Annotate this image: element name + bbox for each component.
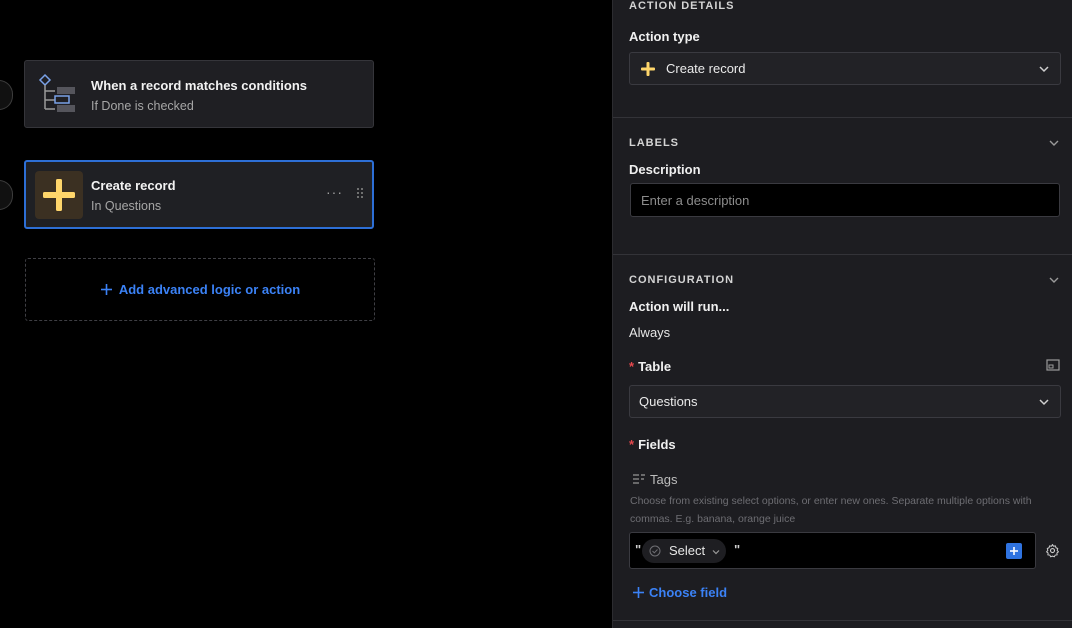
table-value: Questions — [639, 394, 698, 409]
add-advanced-logic-button[interactable]: Add advanced logic or action — [25, 258, 375, 321]
action-details-heading: ACTION DETAILS — [629, 0, 735, 12]
add-icon — [633, 587, 644, 598]
table-label-text: Table — [638, 359, 672, 374]
chevron-down-icon — [712, 550, 720, 555]
gear-icon[interactable] — [1045, 543, 1060, 558]
trigger-subtitle: If Done is checked — [91, 99, 194, 113]
choose-field-button[interactable]: Choose field — [632, 585, 727, 600]
table-select[interactable]: Questions — [629, 385, 1061, 418]
collapse-chevron-icon[interactable] — [1048, 274, 1060, 286]
create-record-action-node[interactable]: Create record In Questions ··· — [24, 160, 374, 229]
add-advanced-logic-label: Add advanced logic or action — [118, 282, 301, 297]
fields-label: * Fields — [629, 437, 676, 452]
add-icon — [100, 284, 112, 295]
condition-tree-icon — [35, 71, 83, 119]
select-option-dropdown[interactable]: Select — [642, 539, 726, 563]
action-type-select[interactable]: Create record — [629, 52, 1061, 85]
automation-canvas: › When a record matches conditions If Do… — [0, 0, 612, 628]
tags-help-text: Choose from existing select options, or … — [630, 495, 1032, 525]
more-options-icon[interactable]: ··· — [326, 184, 343, 200]
choose-field-label: Choose field — [649, 585, 728, 600]
action-details-panel: ACTION DETAILS Action type Create record… — [612, 0, 1072, 628]
fields-label-text: Fields — [638, 437, 676, 452]
tags-field-label: Tags — [650, 472, 678, 487]
action-type-value: Create record — [666, 61, 746, 76]
labels-heading: LABELS — [629, 137, 679, 149]
open-table-icon[interactable] — [1046, 359, 1060, 371]
divider — [613, 117, 1072, 118]
trigger-title: When a record matches conditions — [91, 78, 307, 93]
action-run-label: Action will run... — [629, 299, 730, 314]
divider — [613, 620, 1072, 621]
description-label: Description — [629, 162, 701, 177]
trigger-connector-handle[interactable]: › — [0, 80, 13, 110]
multi-select-field-icon — [633, 474, 645, 484]
table-label: * Table — [629, 359, 671, 374]
circle-check-icon — [649, 545, 661, 557]
action-type-label: Action type — [629, 29, 700, 44]
close-quote: " — [734, 542, 741, 557]
drag-handle-icon[interactable] — [356, 186, 364, 204]
plus-icon — [1010, 547, 1018, 555]
required-mark: * — [629, 437, 635, 452]
action-title: Create record — [91, 178, 176, 193]
plus-icon — [641, 62, 655, 76]
collapse-chevron-icon[interactable] — [1048, 137, 1060, 149]
trigger-node[interactable]: When a record matches conditions If Done… — [24, 60, 374, 128]
required-mark: * — [629, 359, 635, 374]
action-subtitle: In Questions — [91, 199, 162, 213]
tags-value-input[interactable]: " Select " — [629, 532, 1036, 569]
action-run-value: Always — [629, 325, 671, 340]
description-input[interactable] — [630, 183, 1060, 217]
chevron-down-icon — [1039, 399, 1049, 406]
configuration-heading: CONFIGURATION — [629, 274, 735, 286]
select-label: Select — [669, 543, 706, 558]
action-connector-handle[interactable]: › — [0, 180, 13, 210]
divider — [613, 254, 1072, 255]
insert-dynamic-value-button[interactable] — [1006, 543, 1022, 559]
plus-icon — [35, 171, 83, 219]
chevron-down-icon — [1039, 66, 1049, 73]
open-quote: " — [635, 542, 642, 557]
